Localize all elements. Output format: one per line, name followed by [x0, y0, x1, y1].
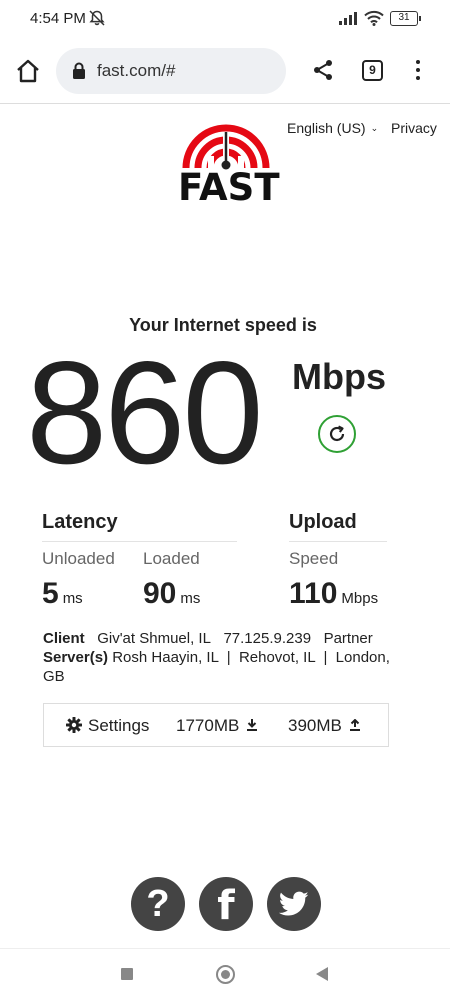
battery-icon: 31 — [390, 11, 421, 26]
help-icon: ? — [146, 883, 170, 925]
upload-unit: Mbps — [341, 590, 379, 607]
servers-list: Rosh Haayin, IL | Rehovot, IL | London, — [112, 649, 390, 666]
client-label: Client — [43, 630, 85, 647]
upload-speed-label: Speed — [289, 549, 339, 568]
client-location: Giv'at Shmuel, IL — [97, 630, 211, 647]
gear-icon — [66, 717, 82, 733]
unloaded-label: Unloaded — [42, 549, 115, 568]
speed-units: Mbps — [292, 356, 386, 397]
upload-arrow-icon — [349, 719, 360, 731]
twitter-icon — [279, 891, 309, 916]
latency-title: Latency — [42, 511, 118, 533]
muted-bell-icon — [89, 10, 105, 26]
logo-text: FAST — [178, 166, 280, 209]
loaded-label: Loaded — [143, 549, 200, 568]
refresh-icon — [329, 425, 345, 442]
settings-bar: Settings 1770MB 390MB — [43, 703, 389, 747]
servers-info: Server(s) Rosh Haayin, IL | Rehovot, IL … — [43, 649, 390, 666]
lock-icon — [73, 62, 85, 79]
language-label: English (US) — [287, 120, 366, 136]
unloaded-value: 5 — [42, 577, 59, 610]
status-bar: 4:54 PM 31 — [0, 0, 450, 36]
upload-title: Upload — [289, 511, 357, 533]
latency-divider — [42, 541, 237, 542]
language-selector[interactable]: English (US) ⌄ — [287, 120, 378, 136]
upload-total: 390MB — [288, 716, 360, 736]
loaded-latency: 90 ms — [143, 577, 200, 611]
download-arrow-icon — [247, 719, 258, 731]
status-time: 4:54 PM — [30, 10, 86, 27]
upload-total-value: 390MB — [288, 716, 342, 735]
tabs-icon[interactable]: 9 — [362, 60, 383, 81]
system-nav-bar — [0, 948, 450, 1000]
download-total-value: 1770MB — [176, 716, 240, 735]
unloaded-latency: 5 ms — [42, 577, 83, 611]
fast-logo: FAST — [178, 120, 280, 210]
upload-divider — [289, 541, 387, 542]
upload-value: 110 — [289, 577, 338, 610]
client-ip: 77.125.9.239 — [223, 630, 312, 647]
download-total: 1770MB — [176, 716, 258, 736]
settings-button[interactable]: Settings — [88, 716, 149, 736]
loaded-unit: ms — [180, 590, 201, 607]
browser-toolbar: fast.com/# 9 — [0, 36, 450, 104]
facebook-button[interactable]: f — [199, 877, 253, 931]
more-icon[interactable] — [410, 60, 426, 82]
servers-info-cont: GB — [43, 668, 65, 685]
speed-value: 860 — [26, 331, 264, 494]
back-button[interactable] — [316, 967, 328, 981]
privacy-link[interactable]: Privacy — [391, 120, 437, 136]
url-text: fast.com/# — [97, 61, 176, 80]
upload-speed: 110 Mbps — [289, 577, 378, 611]
home-icon[interactable] — [15, 58, 41, 84]
home-button[interactable] — [216, 965, 235, 984]
recents-button[interactable] — [121, 968, 133, 980]
twitter-button[interactable] — [267, 877, 321, 931]
client-isp: Partner — [323, 630, 373, 647]
signal-icon — [339, 12, 357, 25]
facebook-icon: f — [217, 883, 235, 929]
client-info: Client Giv'at Shmuel, IL 77.125.9.239 Pa… — [43, 630, 373, 647]
address-bar[interactable]: fast.com/# — [56, 48, 286, 94]
servers-label: Server(s) — [43, 649, 109, 666]
loaded-value: 90 — [143, 577, 177, 610]
chevron-down-icon: ⌄ — [370, 123, 379, 133]
wifi-icon — [364, 10, 384, 26]
refresh-button[interactable] — [318, 415, 356, 453]
share-icon[interactable] — [312, 59, 334, 81]
unloaded-unit: ms — [62, 590, 83, 607]
help-button[interactable]: ? — [131, 877, 185, 931]
